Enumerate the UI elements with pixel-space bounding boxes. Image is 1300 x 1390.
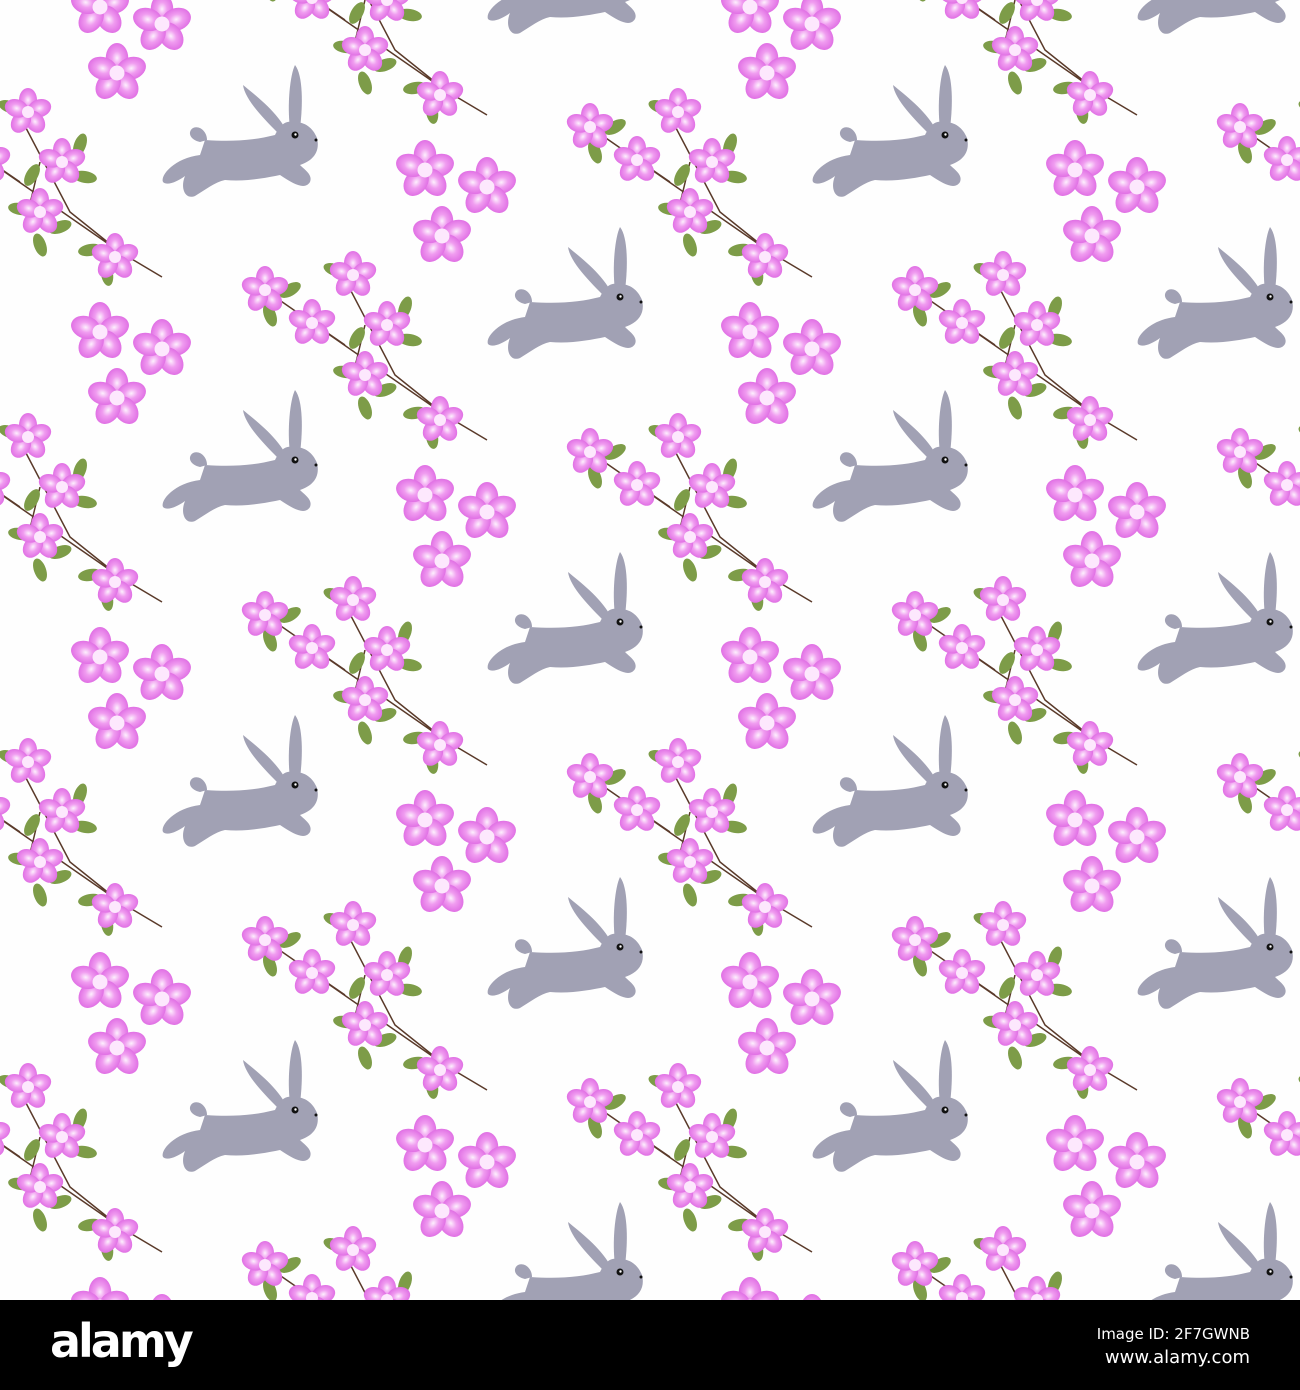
alamy-logo: alamy xyxy=(50,1314,194,1368)
site-url: www.alamy.com xyxy=(1104,1347,1250,1368)
pattern-svg xyxy=(0,0,1300,1300)
pattern-fill xyxy=(0,0,1300,1300)
image-id: Image ID: 2F7GWNB xyxy=(1096,1325,1250,1343)
image-meta: Image ID: 2F7GWNB www.alamy.com xyxy=(1097,1322,1250,1370)
bunny-flower-pattern xyxy=(0,0,1300,1300)
watermark-footer: alamy Image ID: 2F7GWNB www.alamy.com xyxy=(0,1300,1300,1390)
